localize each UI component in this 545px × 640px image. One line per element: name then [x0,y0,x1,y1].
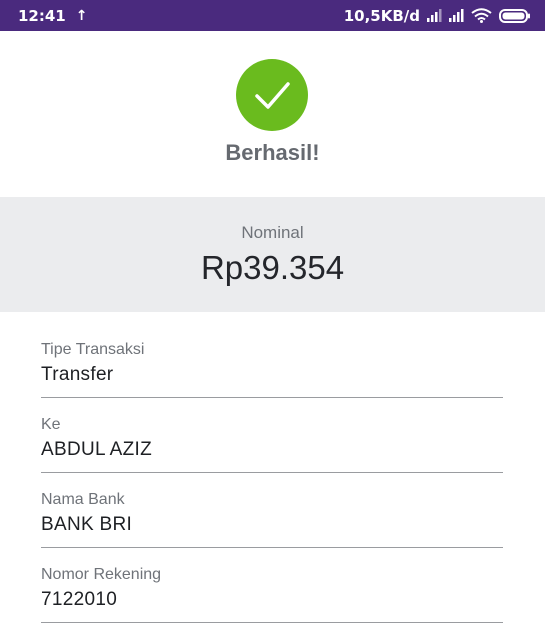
check-icon [236,59,308,131]
redaction-mask [133,592,263,614]
wifi-icon [471,8,492,23]
status-bar-right: 10,5KB/d [337,7,531,25]
nominal-panel: Nominal Rp39.354 [0,197,545,312]
field-transaction-type: Tipe Transaksi Transfer [41,341,503,398]
network-speed: 10,5KB/d [343,6,420,25]
signal-icon [427,9,442,22]
nominal-label: Nominal [241,223,304,242]
field-label: Nomor Rekening [41,566,162,583]
nominal-value: Rp39.354 [200,249,345,286]
field-value: BANK BRI [41,514,133,535]
field-value: 7122010 [41,589,118,610]
field-bank-name: Nama Bank BANK BRI [41,491,503,548]
success-title: Berhasil! [225,140,320,165]
status-bar-left: 12:41 ↑ [18,7,87,25]
field-account-number: Nomor Rekening 7122010 [41,566,503,623]
signal-icon [449,9,464,22]
field-label: Nama Bank [41,491,125,508]
battery-icon [499,8,531,23]
status-bar: 12:41 ↑ 10,5KB/d [0,0,545,31]
field-label: Tipe Transaksi [41,341,145,358]
field-value: ABDUL AZIZ [41,439,153,460]
success-area: Berhasil! [0,31,545,197]
field-recipient: Ke ABDUL AZIZ [41,416,503,473]
status-time: 12:41 [18,6,66,25]
upload-arrow-icon: ↑ [75,7,88,24]
field-label: Ke [41,416,61,433]
field-value: Transfer [41,364,114,385]
